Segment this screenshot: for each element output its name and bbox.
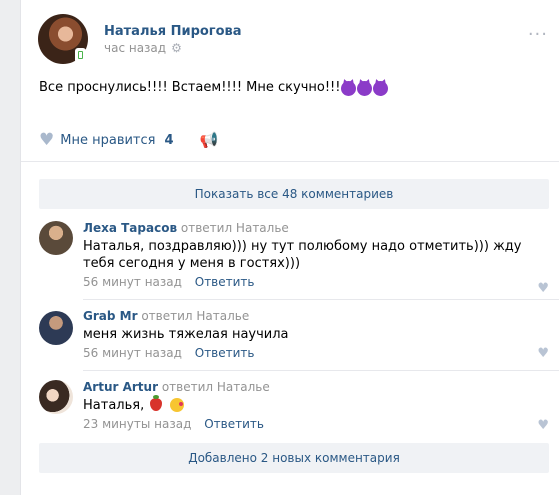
divider bbox=[83, 299, 559, 300]
reply-button[interactable]: Ответить bbox=[195, 275, 255, 289]
comment-time[interactable]: 56 минут назад bbox=[83, 346, 182, 360]
kiss-emoji-icon bbox=[169, 398, 184, 412]
comment-item: Artur Artur ответил Наталье Наталья, 23 … bbox=[39, 380, 551, 435]
reply-button[interactable]: Ответить bbox=[204, 417, 264, 431]
comment-time[interactable]: 23 минуты назад bbox=[83, 417, 191, 431]
settings-gear-icon[interactable]: ⚙ bbox=[171, 41, 182, 55]
like-button[interactable]: Мне нравится bbox=[60, 133, 155, 148]
divider bbox=[83, 370, 559, 371]
comment-time[interactable]: 56 минут назад bbox=[83, 275, 182, 289]
commenter-avatar[interactable] bbox=[39, 380, 73, 414]
commenter-name[interactable]: Artur Artur bbox=[83, 380, 158, 394]
post-author-name[interactable]: Наталья Пирогова bbox=[104, 24, 242, 39]
post-card: Наталья Пирогова час назад ⚙ ··· Все про… bbox=[20, 0, 559, 495]
replied-to[interactable]: ответил Наталье bbox=[181, 221, 289, 235]
heart-icon[interactable]: ♥ bbox=[39, 130, 54, 150]
mobile-online-icon bbox=[76, 49, 85, 62]
reply-button[interactable]: Ответить bbox=[195, 346, 255, 360]
comment-item: Леха Тарасов ответил Наталье Наталья, по… bbox=[39, 221, 551, 296]
comment-like-icon[interactable]: ♥ bbox=[537, 346, 549, 361]
comment-like-icon[interactable]: ♥ bbox=[537, 418, 549, 433]
new-comments-button[interactable]: Добавлено 2 новых комментария bbox=[39, 443, 549, 473]
more-dots-icon[interactable]: ··· bbox=[528, 24, 548, 45]
replied-to[interactable]: ответил Наталье bbox=[141, 309, 249, 323]
post-text: Все проснулись!!!! Встаем!!!! Мне скучно… bbox=[39, 79, 389, 97]
comment-text: меня жизнь тяжелая научила bbox=[83, 327, 289, 342]
post-time[interactable]: час назад bbox=[104, 41, 166, 55]
devil-emoji-icon bbox=[357, 80, 373, 96]
commenter-avatar[interactable] bbox=[39, 311, 73, 345]
post-meta: час назад ⚙ bbox=[104, 41, 182, 55]
comment-item: Grab Mr ответил Наталье меня жизнь тяжел… bbox=[39, 309, 551, 364]
strawberry-emoji-icon bbox=[150, 395, 163, 411]
divider bbox=[21, 161, 559, 162]
devil-emoji-icon bbox=[373, 80, 389, 96]
post-actions: ♥ Мне нравится 4 📢 bbox=[39, 130, 218, 150]
devil-emoji-icon bbox=[341, 80, 357, 96]
show-all-comments-button[interactable]: Показать все 48 комментариев bbox=[39, 179, 549, 209]
commenter-avatar[interactable] bbox=[39, 221, 73, 255]
devil-emoji-group bbox=[341, 80, 389, 96]
share-megaphone-icon[interactable]: 📢 bbox=[200, 131, 219, 149]
comment-like-icon[interactable]: ♥ bbox=[537, 281, 549, 296]
commenter-name[interactable]: Леха Тарасов bbox=[83, 221, 177, 235]
replied-to[interactable]: ответил Наталье bbox=[162, 380, 270, 394]
comment-text: Наталья, поздравляю))) ну тут полюбому н… bbox=[83, 239, 522, 271]
likes-count[interactable]: 4 bbox=[164, 133, 173, 148]
commenter-name[interactable]: Grab Mr bbox=[83, 309, 138, 323]
comment-text: Наталья, bbox=[83, 395, 543, 414]
